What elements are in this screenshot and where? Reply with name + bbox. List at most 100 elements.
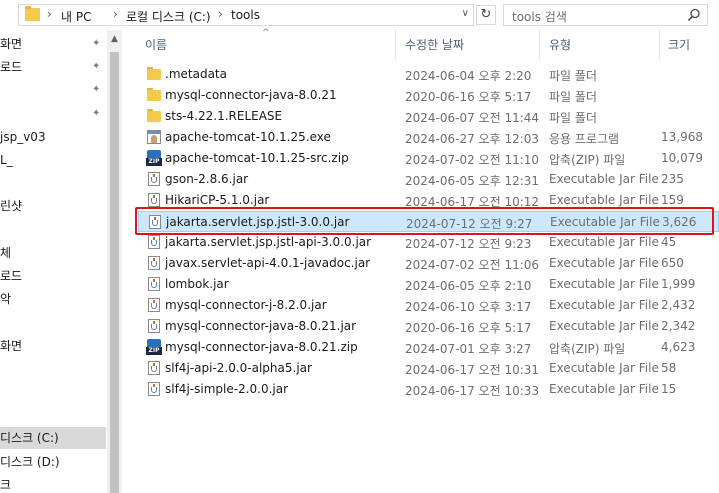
nav-item[interactable] [0, 358, 106, 380]
file-name: sts-4.22.1.RELEASE [165, 109, 283, 123]
column-divider[interactable] [395, 30, 396, 60]
nav-item[interactable]: ✦ [0, 79, 106, 101]
nav-item-label: 로드 [0, 269, 23, 283]
column-divider[interactable] [539, 30, 540, 60]
file-name: jakarta.servlet.jsp.jstl-api-3.0.0.jar [165, 235, 372, 249]
file-type: Executable Jar File [549, 382, 659, 396]
breadcrumb-my-pc[interactable]: 내 PC [61, 8, 91, 25]
file-row[interactable]: lombok.jar 2024-06-05 오후 2:10 Executable J… [138, 274, 719, 295]
file-date: 2024-06-27 오후 12:03 [405, 132, 540, 146]
file-type: 파일 폴더 [549, 90, 597, 104]
file-type: Executable Jar File [549, 319, 659, 333]
java-jar-icon [146, 276, 162, 292]
nav-item[interactable] [0, 404, 106, 426]
file-row[interactable]: ZIP mysql-connector-java-8.0.21.zip 2024-0… [138, 337, 719, 358]
file-row[interactable]: apache-tomcat-10.1.25.exe 2024-06-27 오후 1… [138, 127, 719, 148]
java-jar-icon [146, 234, 162, 250]
nav-item-label: 디스크 (D:) [0, 454, 60, 469]
chevron-down-icon[interactable]: ∨ [462, 8, 469, 19]
nav-item[interactable]: 체 [0, 242, 106, 264]
file-row[interactable]: jakarta.servlet.jsp.jstl-api-3.0.0.jar 20… [138, 232, 719, 253]
file-list: ^ 이름 수정한 날짜 유형 크기 .metadata 2024-06-04 오후… [122, 28, 719, 493]
file-date: 2024-06-17 오전 10:33 [405, 384, 540, 398]
file-name: .metadata [165, 67, 227, 81]
file-name: mysql-connector-java-8.0.21.jar [165, 319, 357, 333]
pin-icon[interactable]: ✦ [92, 79, 100, 101]
column-header-size[interactable]: 크기 [668, 36, 690, 53]
nav-item[interactable]: 화면 [0, 335, 106, 357]
breadcrumb-separator[interactable]: › [218, 7, 223, 21]
file-name: slf4j-api-2.0.0-alpha5.jar [165, 361, 312, 375]
breadcrumb-separator[interactable]: › [47, 7, 52, 21]
file-date: 2024-06-04 오후 2:20 [405, 69, 532, 83]
nav-item-label: 크 [0, 477, 12, 492]
nav-item[interactable]: L_ [0, 149, 106, 171]
nav-item[interactable]: 악 [0, 288, 106, 310]
nav-item[interactable] [0, 381, 106, 403]
nav-item[interactable]: ✦ [0, 103, 106, 125]
file-row[interactable]: ZIP apache-tomcat-10.1.25-src.zip 2024-07-… [138, 148, 719, 169]
file-size: 13,968 [661, 130, 703, 144]
nav-scrollbar[interactable]: ▲ [107, 30, 122, 493]
nav-item[interactable]: 화면 ✦ [0, 33, 106, 55]
nav-item[interactable]: 로드 ✦ [0, 56, 106, 78]
file-size: 1,999 [661, 277, 696, 291]
file-name: mysql-connector-java-8.0.21.zip [165, 340, 358, 354]
file-name: mysql-connector-java-8.0.21 [165, 88, 337, 102]
file-size: 650 [661, 256, 684, 270]
file-row[interactable]: .metadata 2024-06-04 오후 2:20 파일 폴더 [138, 64, 719, 85]
nav-item[interactable]: 린샷 [0, 195, 106, 217]
nav-item-label: 체 [0, 245, 12, 260]
file-row[interactable]: mysql-connector-java-8.0.21 2020-06-16 오후… [138, 85, 719, 106]
file-row[interactable]: sts-4.22.1.RELEASE 2024-06-07 오전 11:44 파일 … [138, 106, 719, 127]
file-size: 235 [661, 172, 684, 186]
file-row[interactable]: slf4j-api-2.0.0-alpha5.jar 2024-06-17 오전 … [138, 358, 719, 379]
file-row[interactable]: gson-2.8.6.jar 2024-06-05 오후 12:31 Executa… [138, 169, 719, 190]
nav-item-label: 디스크 (C:) [0, 431, 59, 446]
file-name: lombok.jar [165, 277, 229, 291]
pin-icon[interactable]: ✦ [92, 103, 100, 125]
file-row[interactable]: HikariCP-5.1.0.jar 2024-06-17 오전 10:12 Exe… [138, 190, 719, 211]
breadcrumb-separator[interactable]: › [113, 7, 118, 21]
column-header-date[interactable]: 수정한 날짜 [405, 36, 464, 53]
java-jar-icon [146, 297, 162, 313]
file-type: Executable Jar File [549, 277, 659, 291]
pin-icon[interactable]: ✦ [92, 56, 100, 78]
java-jar-icon [146, 381, 162, 397]
nav-item[interactable]: 디스크 (C:) [0, 427, 106, 450]
nav-item-label: 로드 [0, 60, 23, 75]
file-type: Executable Jar File [549, 172, 659, 186]
column-divider[interactable] [659, 30, 660, 60]
file-row[interactable]: jakarta.servlet.jsp.jstl-3.0.0.jar 2024-0… [138, 211, 719, 232]
file-row[interactable]: javax.servlet-api-4.0.1-javadoc.jar 2024-… [138, 253, 719, 274]
file-date: 2024-07-02 오전 11:06 [405, 258, 540, 272]
address-bar[interactable]: › 내 PC › 로컬 디스크 (C:) › tools ∨ [18, 4, 474, 26]
nav-item[interactable] [0, 311, 106, 333]
nav-item[interactable]: jsp_v03 [0, 126, 106, 148]
nav-item[interactable] [0, 219, 106, 241]
breadcrumb-tools[interactable]: tools [231, 8, 260, 22]
pin-icon[interactable]: ✦ [92, 33, 100, 55]
nav-item[interactable]: 크 [0, 474, 106, 493]
scrollbar-thumb[interactable] [110, 52, 119, 493]
file-size: 10,079 [661, 151, 703, 165]
java-jar-icon [146, 318, 162, 334]
nav-item[interactable]: 로드 [0, 265, 106, 287]
breadcrumb-local-disk[interactable]: 로컬 디스크 (C:) [126, 8, 211, 25]
file-row[interactable]: mysql-connector-j-8.2.0.jar 2024-06-10 오후… [138, 295, 719, 316]
search-input[interactable]: tools 검색 [503, 4, 708, 26]
folder-icon [146, 66, 162, 82]
scroll-up-icon[interactable]: ▲ [107, 34, 122, 44]
file-type: 응용 프로그램 [549, 132, 620, 146]
nav-item[interactable] [0, 172, 106, 194]
file-date: 2024-07-12 오전 9:27 [406, 217, 533, 231]
file-date: 2024-07-02 오전 11:10 [405, 153, 540, 167]
nav-item[interactable]: 디스크 (D:) [0, 451, 106, 473]
file-row[interactable]: mysql-connector-java-8.0.21.jar 2020-06-1… [138, 316, 719, 337]
file-type: Executable Jar File [549, 298, 659, 312]
refresh-button[interactable]: ↻ [476, 5, 496, 25]
column-header-type[interactable]: 유형 [549, 36, 571, 53]
column-header-name[interactable]: 이름 [145, 36, 167, 53]
file-row[interactable]: slf4j-simple-2.0.0.jar 2024-06-17 오전 10:3… [138, 379, 719, 400]
search-icon[interactable] [687, 8, 701, 22]
